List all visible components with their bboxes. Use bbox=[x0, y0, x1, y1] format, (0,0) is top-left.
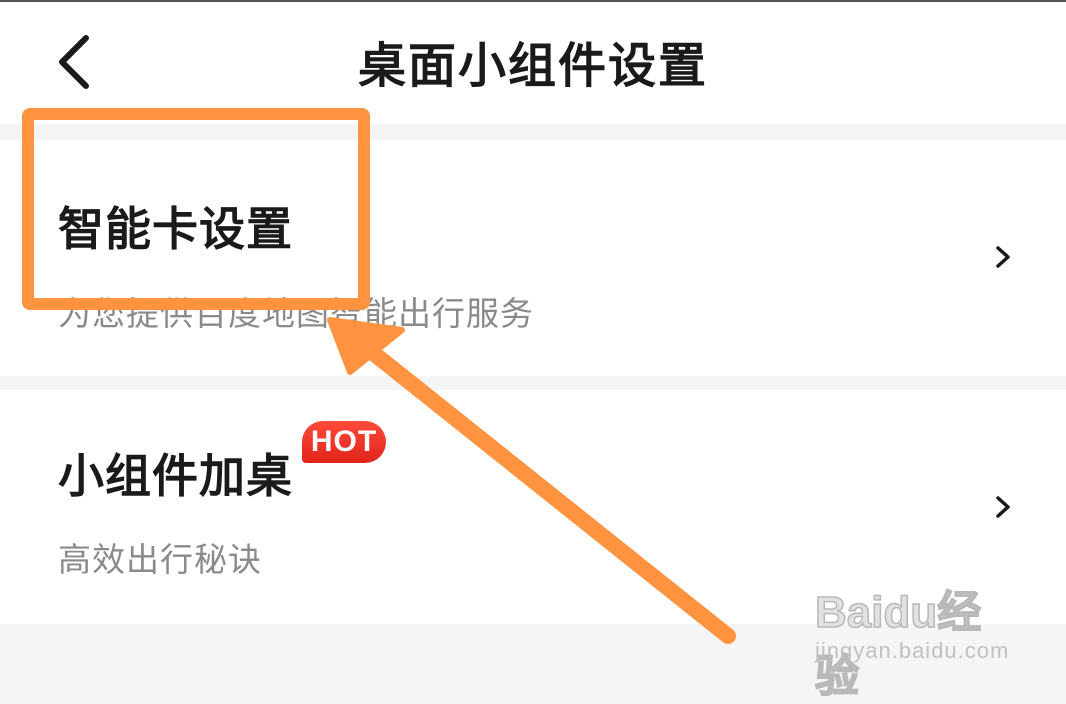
list-item-smart-card-settings[interactable]: 智能卡设置 为您提供百度地图智能出行服务 bbox=[0, 140, 1066, 376]
app-header: 桌面小组件设置 bbox=[0, 2, 1066, 124]
item-subtitle: 为您提供百度地图智能出行服务 bbox=[58, 294, 534, 333]
hot-badge: HOT bbox=[302, 421, 386, 463]
item-title: 小组件加桌 bbox=[58, 449, 293, 503]
list-item-add-widget[interactable]: 小组件加桌 HOT 高效出行秘诀 bbox=[0, 390, 1066, 624]
watermark-url: jingyan.baidu.com bbox=[815, 638, 1010, 663]
chevron-right-icon bbox=[996, 246, 1010, 268]
chevron-right-icon bbox=[996, 496, 1010, 518]
item-title: 智能卡设置 bbox=[58, 202, 293, 256]
page-title: 桌面小组件设置 bbox=[357, 38, 708, 94]
item-subtitle: 高效出行秘诀 bbox=[58, 540, 262, 579]
